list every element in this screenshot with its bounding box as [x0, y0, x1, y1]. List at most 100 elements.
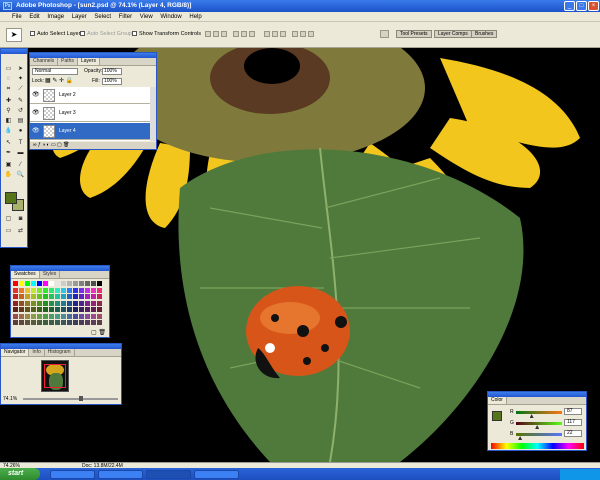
color-swatch[interactable] — [37, 287, 42, 293]
minimize-button[interactable]: _ — [564, 1, 575, 11]
taskbar-item[interactable] — [98, 470, 143, 479]
standard-mode-icon[interactable]: ▢ — [4, 215, 13, 223]
color-swatch[interactable] — [37, 307, 42, 312]
color-swatch[interactable] — [25, 294, 30, 299]
color-swatch[interactable] — [49, 313, 54, 319]
color-swatch[interactable] — [43, 287, 48, 293]
color-swatch[interactable] — [55, 300, 60, 306]
color-swatch[interactable] — [67, 320, 72, 325]
move-tool-icon[interactable]: ➤ — [16, 65, 25, 73]
color-swatch[interactable] — [91, 287, 96, 293]
tab-brushes[interactable]: Brushes — [471, 30, 498, 38]
align-bottom-icon[interactable] — [221, 31, 227, 37]
color-swatch[interactable] — [85, 294, 90, 299]
color-swatch[interactable] — [67, 281, 72, 286]
pen-tool-icon[interactable]: ✒ — [4, 149, 13, 157]
color-swatch[interactable] — [73, 294, 78, 299]
color-swatch[interactable] — [25, 313, 30, 319]
color-swatch[interactable] — [73, 307, 78, 312]
navigator-zoom-slider[interactable] — [23, 398, 118, 400]
toolbox-titlebar[interactable] — [1, 49, 27, 54]
color-swatch[interactable] — [61, 300, 66, 306]
blue-slider-handle[interactable] — [518, 436, 523, 440]
lock-icons[interactable]: ▦ ✎ ✛ 🔒 — [45, 78, 73, 85]
color-swatch[interactable] — [31, 300, 36, 306]
color-swatch[interactable] — [49, 307, 54, 312]
color-swatch[interactable] — [19, 287, 24, 293]
color-swatch[interactable] — [31, 307, 36, 312]
color-swatch[interactable] — [37, 300, 42, 306]
auto-select-layer-checkbox[interactable]: Auto Select Layer — [30, 31, 80, 38]
taskbar-item-active[interactable] — [146, 470, 191, 479]
color-swatch[interactable] — [55, 287, 60, 293]
distribute-bottom-icon[interactable] — [280, 31, 286, 37]
color-swatch[interactable] — [13, 281, 18, 286]
color-swatch[interactable] — [91, 307, 96, 312]
color-swatch[interactable] — [67, 313, 72, 319]
dodge-tool-icon[interactable]: ● — [16, 127, 25, 135]
color-swatch[interactable] — [55, 307, 60, 312]
fill-field[interactable]: 100% — [102, 78, 122, 85]
auto-select-groups-checkbox[interactable]: Auto Select Groups — [80, 31, 135, 38]
color-spectrum-bar[interactable] — [491, 443, 584, 449]
color-swatch[interactable] — [61, 294, 66, 299]
menu-edit[interactable]: Edit — [29, 14, 39, 20]
color-swatch[interactable] — [25, 307, 30, 312]
eraser-tool-icon[interactable]: ◧ — [4, 117, 13, 125]
color-swatch[interactable] — [73, 287, 78, 293]
visibility-eye-icon[interactable]: 👁 — [32, 92, 40, 99]
color-swatch[interactable] — [55, 281, 60, 286]
color-swatch[interactable] — [19, 294, 24, 299]
color-swatch[interactable] — [43, 313, 48, 319]
color-swatch[interactable] — [25, 281, 30, 286]
color-swatch[interactable] — [43, 281, 48, 286]
distribute-left-icon[interactable] — [292, 31, 298, 37]
color-swatch[interactable] — [73, 281, 78, 286]
color-swatch[interactable] — [79, 320, 84, 325]
color-swatch[interactable] — [13, 307, 18, 312]
color-swatch[interactable] — [97, 294, 102, 299]
color-swatch[interactable] — [37, 281, 42, 286]
color-swatch[interactable] — [43, 294, 48, 299]
color-swatch[interactable] — [37, 313, 42, 319]
magic-wand-icon[interactable]: ✦ — [16, 75, 25, 83]
opacity-field[interactable]: 100% — [102, 68, 122, 75]
hand-tool-icon[interactable]: ✋ — [4, 171, 13, 179]
brush-tool-icon[interactable]: ✎ — [16, 97, 25, 105]
marquee-tool-icon[interactable]: ▭ — [4, 65, 13, 73]
color-swatch[interactable] — [73, 313, 78, 319]
red-slider[interactable] — [516, 411, 562, 414]
menu-select[interactable]: Select — [94, 14, 111, 20]
navigator-zoom-field[interactable]: 74.1% — [3, 396, 17, 402]
tab-swatches[interactable]: Swatches — [11, 271, 40, 278]
blend-mode-select[interactable]: Normal — [32, 68, 78, 75]
tab-styles[interactable]: Styles — [40, 271, 61, 278]
align-hcenter-icon[interactable] — [241, 31, 247, 37]
color-swatch[interactable] — [25, 287, 30, 293]
color-swatch[interactable] — [31, 281, 36, 286]
color-swatch[interactable] — [31, 313, 36, 319]
navigator-thumbnail[interactable] — [41, 360, 69, 392]
color-swatch[interactable] — [49, 287, 54, 293]
color-swatch[interactable] — [67, 307, 72, 312]
color-swatch[interactable] — [25, 300, 30, 306]
tab-layer-comps[interactable]: Layer Comps — [434, 30, 472, 38]
color-swatch[interactable] — [85, 281, 90, 286]
color-swatch[interactable] — [25, 320, 30, 325]
blue-value-field[interactable]: 22 — [564, 430, 582, 437]
layers-footer-icons[interactable]: ∞ ƒ ◑ ◐ ▭ ▢ 🗑 — [30, 142, 156, 149]
layers-scrollbar[interactable] — [150, 87, 156, 141]
distribute-hcenter-icon[interactable] — [300, 31, 306, 37]
color-swatch[interactable] — [85, 287, 90, 293]
blue-slider[interactable] — [516, 433, 562, 436]
start-button[interactable]: start — [0, 468, 40, 480]
color-swatch[interactable] — [67, 287, 72, 293]
color-swatch[interactable] — [13, 300, 18, 306]
slice-tool-icon[interactable]: ⟋ — [16, 85, 25, 93]
align-left-icon[interactable] — [233, 31, 239, 37]
color-swatch[interactable] — [37, 320, 42, 325]
swatch-grid[interactable] — [13, 281, 105, 329]
color-swatch[interactable] — [67, 300, 72, 306]
color-swatch[interactable] — [97, 287, 102, 293]
clone-stamp-icon[interactable]: ⚲ — [4, 107, 13, 115]
